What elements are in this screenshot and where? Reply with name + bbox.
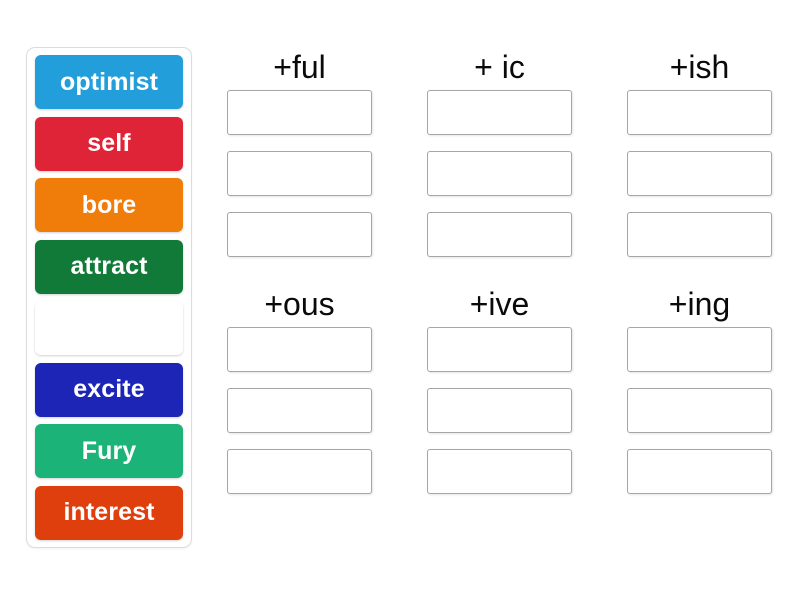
drop-slot[interactable] — [627, 327, 772, 372]
drop-slot[interactable] — [627, 151, 772, 196]
drop-slot[interactable] — [627, 90, 772, 135]
drop-slot[interactable] — [427, 449, 572, 494]
drop-slot-list — [412, 327, 587, 494]
drop-slot-list — [612, 90, 787, 257]
group-title: +ive — [469, 286, 530, 322]
word-tile[interactable]: excite — [35, 362, 183, 417]
word-tile-label: self — [87, 129, 131, 158]
drop-slot[interactable] — [627, 449, 772, 494]
drop-slot[interactable] — [627, 388, 772, 433]
drop-slot[interactable] — [427, 388, 572, 433]
drop-slot[interactable] — [227, 90, 372, 135]
group-title: +ing — [668, 286, 731, 322]
suffix-group-ic: + ic — [412, 44, 587, 257]
drop-slot[interactable] — [227, 212, 372, 257]
activity-stage: optimist self bore attract use excite Fu… — [0, 0, 800, 600]
word-tile[interactable]: attract — [35, 239, 183, 294]
drop-slot[interactable] — [627, 212, 772, 257]
group-row: +ous +ive +ing — [212, 281, 788, 494]
word-tile-label: interest — [63, 498, 155, 527]
suffix-group-ive: +ive — [412, 281, 587, 494]
suffix-group-ing: +ing — [612, 281, 787, 494]
drop-slot[interactable] — [227, 151, 372, 196]
word-tile-label: Fury — [81, 436, 137, 465]
group-title: +ful — [273, 49, 326, 85]
suffix-group-ish: +ish — [612, 44, 787, 257]
suffix-group-ful: +ful — [212, 44, 387, 257]
drop-slot[interactable] — [227, 388, 372, 433]
word-tile[interactable]: use — [35, 301, 183, 355]
drop-slot[interactable] — [427, 151, 572, 196]
group-title: + ic — [474, 49, 525, 85]
word-tile-label: attract — [70, 252, 148, 281]
drop-slot-list — [612, 327, 787, 494]
word-tile[interactable]: Fury — [35, 424, 183, 479]
word-tile[interactable]: interest — [35, 485, 183, 540]
group-row: +ful + ic +ish — [212, 44, 788, 257]
drop-slot-list — [212, 327, 387, 494]
drop-slot[interactable] — [227, 449, 372, 494]
word-tile-label: bore — [81, 190, 137, 219]
drop-slot[interactable] — [227, 327, 372, 372]
word-tile[interactable]: optimist — [35, 55, 183, 109]
word-tile-label: optimist — [59, 67, 159, 96]
word-tile[interactable]: bore — [35, 178, 183, 233]
suffix-group-ous: +ous — [212, 281, 387, 494]
drop-slot[interactable] — [427, 90, 572, 135]
word-bank-panel: optimist self bore attract use excite Fu… — [26, 47, 192, 548]
group-title: +ous — [264, 286, 335, 322]
drop-slot[interactable] — [427, 212, 572, 257]
word-tile-label: use — [87, 313, 131, 342]
group-title: +ish — [669, 49, 730, 85]
drop-slot-list — [412, 90, 587, 257]
drop-slot[interactable] — [427, 327, 572, 372]
drop-slot-list — [212, 90, 387, 257]
word-tile-label: excite — [73, 375, 145, 404]
word-tile[interactable]: self — [35, 116, 183, 171]
suffix-groups: +ful + ic +ish +ous +ive +ing — [212, 44, 788, 494]
